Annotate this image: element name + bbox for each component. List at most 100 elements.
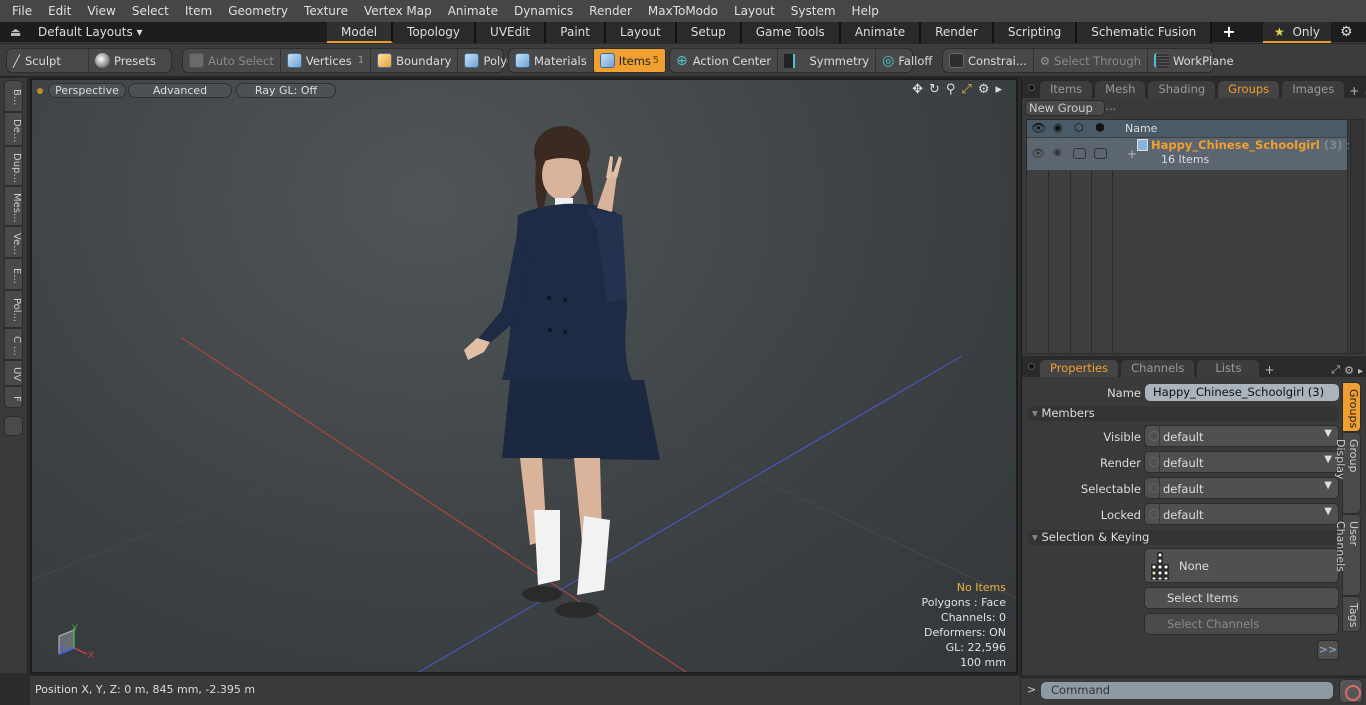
side-tab-tags[interactable]: Tags bbox=[1342, 596, 1361, 632]
tab-mesh[interactable]: Mesh ... bbox=[1095, 81, 1146, 113]
items-button[interactable]: Items 5 bbox=[593, 49, 665, 72]
properties-menu-dot[interactable] bbox=[1028, 363, 1035, 370]
properties-arrow-icon[interactable]: ▸ bbox=[1358, 366, 1363, 377]
add-properties-tab-icon[interactable]: + bbox=[1264, 363, 1274, 377]
tab-uvedit[interactable]: UVEdit bbox=[476, 22, 547, 43]
tool-tab-bevel[interactable]: B... bbox=[4, 80, 23, 112]
tool-tab-uv[interactable]: UV bbox=[4, 360, 23, 386]
menu-select[interactable]: Select bbox=[124, 4, 177, 18]
group-row[interactable]: 👁 ◉ + Happy_Chinese_Schoolgirl (3) : ...… bbox=[1027, 138, 1365, 170]
side-tab-user-channels[interactable]: User Channels bbox=[1334, 514, 1361, 596]
add-tab-button[interactable]: + bbox=[1212, 22, 1245, 43]
raygl-button[interactable]: Ray GL: Off bbox=[236, 83, 336, 98]
name-input[interactable]: Happy_Chinese_Schoolgirl (3) bbox=[1145, 384, 1339, 401]
tool-tab-vertex[interactable]: Ve... bbox=[4, 226, 23, 258]
menu-vertex-map[interactable]: Vertex Map bbox=[356, 4, 440, 18]
tab-setup[interactable]: Setup bbox=[676, 22, 742, 43]
tool-tab-polygon[interactable]: Pol... bbox=[4, 290, 23, 328]
menu-geometry[interactable]: Geometry bbox=[220, 4, 296, 18]
tab-paint[interactable]: Paint bbox=[546, 22, 606, 43]
members-section[interactable]: ▾ Members bbox=[1028, 406, 1338, 421]
pan-icon[interactable]: ✥ bbox=[912, 82, 923, 97]
render-dropdown[interactable]: default ▼ bbox=[1144, 451, 1339, 473]
falloff-button[interactable]: ◎ Falloff bbox=[876, 49, 938, 72]
select-items-button[interactable]: Select Items bbox=[1144, 587, 1339, 609]
expand-arrow-icon[interactable]: ▸ bbox=[995, 82, 1002, 97]
tab-shading[interactable]: Shading bbox=[1148, 81, 1216, 98]
tab-scripting[interactable]: Scripting bbox=[993, 22, 1078, 43]
tab-properties[interactable]: Properties bbox=[1040, 360, 1119, 377]
tab-images[interactable]: Images bbox=[1282, 81, 1345, 98]
view-mode-button[interactable]: Perspective bbox=[48, 83, 126, 98]
auto-select-button[interactable]: Auto Select bbox=[183, 49, 281, 72]
visible-dropdown[interactable]: default ▼ bbox=[1144, 425, 1339, 447]
select-through-button[interactable]: ⚙ Select Through bbox=[1034, 49, 1148, 72]
menu-maxtomodo[interactable]: MaxToModo bbox=[640, 4, 726, 18]
tool-tab-edge[interactable]: E... bbox=[4, 258, 23, 290]
tool-tab-mesh[interactable]: Mes... bbox=[4, 186, 23, 226]
action-center-button[interactable]: ⊕ Action Center bbox=[670, 49, 779, 72]
collapse-up-icon[interactable]: ⏏ bbox=[10, 25, 21, 39]
maximize-icon[interactable]: ⤢ bbox=[961, 82, 971, 97]
menu-layout[interactable]: Layout bbox=[726, 4, 783, 18]
tab-items[interactable]: Items bbox=[1040, 81, 1093, 98]
gear-icon[interactable]: ⚙ bbox=[1340, 24, 1353, 40]
menu-dynamics[interactable]: Dynamics bbox=[506, 4, 581, 18]
row-render-icon[interactable]: ◉ bbox=[1053, 147, 1062, 158]
row-visibility-icon[interactable]: 👁 bbox=[1031, 147, 1045, 160]
workplane-button[interactable]: WorkPlane bbox=[1148, 49, 1240, 72]
side-tab-group-display[interactable]: Group Display bbox=[1334, 432, 1361, 514]
sculpt-button[interactable]: ╱ Sculpt bbox=[7, 49, 89, 72]
tab-channels[interactable]: Channels bbox=[1121, 360, 1195, 377]
side-tab-groups[interactable]: Groups bbox=[1342, 382, 1361, 432]
menu-view[interactable]: View bbox=[79, 4, 123, 18]
menu-texture[interactable]: Texture bbox=[296, 4, 356, 18]
shading-mode-button[interactable]: Advanced bbox=[128, 83, 232, 98]
panel-menu-dot[interactable] bbox=[1028, 84, 1035, 91]
tool-tab-curve[interactable]: C ... bbox=[4, 328, 23, 360]
tab-layout[interactable]: Layout bbox=[605, 22, 677, 43]
tool-tab-delete[interactable]: De... bbox=[4, 112, 23, 146]
constraints-button[interactable]: Constrai... bbox=[943, 49, 1034, 72]
selectable-dropdown[interactable]: default ▼ bbox=[1144, 477, 1339, 499]
add-panel-tab-icon[interactable]: + bbox=[1349, 84, 1359, 98]
tab-animate[interactable]: Animate bbox=[840, 22, 922, 43]
groups-scrollbar[interactable] bbox=[1350, 119, 1364, 354]
rotate-icon[interactable]: ↻ bbox=[929, 82, 940, 97]
tab-render[interactable]: Render bbox=[921, 22, 994, 43]
tab-game-tools[interactable]: Game Tools bbox=[741, 22, 841, 43]
only-button[interactable]: ★ Only bbox=[1263, 22, 1331, 43]
viewport-gear-icon[interactable]: ⚙ bbox=[978, 82, 990, 97]
more-button[interactable]: >> bbox=[1317, 640, 1339, 660]
tab-model[interactable]: Model bbox=[327, 22, 394, 43]
row-selectable-toggle[interactable] bbox=[1073, 148, 1086, 159]
vertices-button[interactable]: Vertices 1 bbox=[281, 49, 372, 72]
properties-gear-icon[interactable]: ⚙ bbox=[1344, 364, 1354, 377]
materials-button[interactable]: Materials bbox=[509, 49, 594, 72]
menu-animate[interactable]: Animate bbox=[440, 4, 506, 18]
properties-maximize-icon[interactable]: ⤢ bbox=[1331, 363, 1340, 377]
record-macro-icon[interactable] bbox=[1339, 679, 1363, 703]
select-channels-button[interactable]: Select Channels bbox=[1144, 613, 1339, 635]
tab-groups[interactable]: Groups bbox=[1218, 81, 1280, 98]
expand-plus-icon[interactable]: + bbox=[1127, 147, 1137, 161]
presets-button[interactable]: Presets bbox=[89, 49, 162, 72]
locked-dropdown[interactable]: default ▼ bbox=[1144, 503, 1339, 525]
selection-keying-section[interactable]: ▾ Selection & Keying bbox=[1028, 530, 1338, 545]
symmetry-button[interactable]: Symmetry bbox=[778, 49, 877, 72]
tool-tab-fusion[interactable]: F ... bbox=[4, 386, 23, 408]
tab-lists[interactable]: Lists bbox=[1197, 360, 1260, 377]
tab-topology[interactable]: Topology bbox=[393, 22, 477, 43]
row-lock-toggle[interactable] bbox=[1094, 148, 1107, 159]
menu-render[interactable]: Render bbox=[581, 4, 640, 18]
none-hierarchy-button[interactable]: None bbox=[1144, 548, 1339, 583]
boundary-button[interactable]: Boundary bbox=[371, 49, 459, 72]
menu-edit[interactable]: Edit bbox=[40, 4, 79, 18]
tab-schematic-fusion[interactable]: Schematic Fusion bbox=[1077, 22, 1213, 43]
new-group-button[interactable]: New Group bbox=[1025, 100, 1105, 116]
zoom-icon[interactable]: ⚲ bbox=[946, 82, 956, 97]
tool-tab-extra[interactable] bbox=[4, 416, 23, 436]
menu-system[interactable]: System bbox=[783, 4, 844, 18]
command-input[interactable]: Command bbox=[1041, 682, 1333, 699]
menu-help[interactable]: Help bbox=[844, 4, 887, 18]
